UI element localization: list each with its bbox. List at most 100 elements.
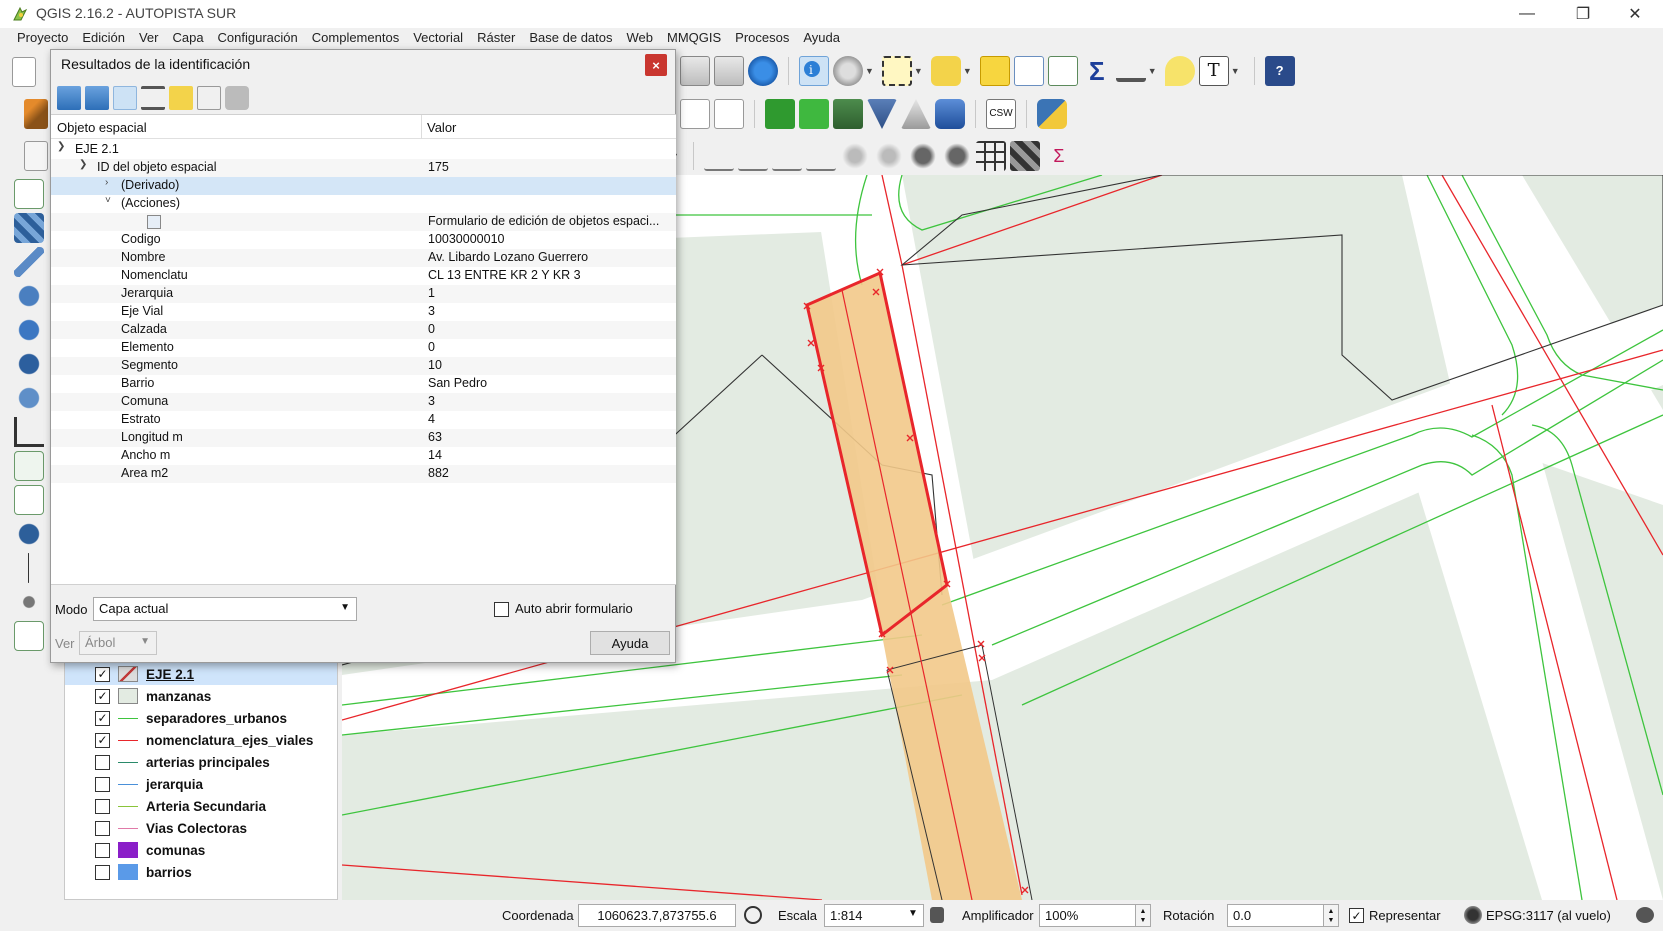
layer-checkbox[interactable] bbox=[95, 754, 110, 770]
layer-row-separadores-urbanos[interactable]: ✓ separadores_urbanos bbox=[65, 707, 337, 729]
menu-configuracion[interactable]: Configuración bbox=[211, 28, 305, 50]
scale-dropdown-icon[interactable]: ▼ bbox=[908, 908, 918, 919]
tree-row-attribute[interactable]: Codigo 10030000010 bbox=[51, 231, 676, 249]
profile-tool-3-icon[interactable] bbox=[771, 141, 802, 171]
layer-row-manzanas[interactable]: ✓ manzanas bbox=[65, 685, 337, 707]
add-postgis-layer-icon[interactable] bbox=[14, 247, 44, 277]
lock-icon[interactable] bbox=[930, 907, 944, 923]
identify-results-dialog[interactable]: Resultados de la identificación × Objeto… bbox=[50, 49, 676, 663]
menu-proyecto[interactable]: Proyecto bbox=[10, 28, 75, 50]
tree-row-attribute[interactable]: Area m2 882 bbox=[51, 465, 676, 483]
new-project-icon[interactable] bbox=[12, 57, 36, 87]
tree-row-attribute[interactable]: Comuna 3 bbox=[51, 393, 676, 411]
magnifier-spinner[interactable]: ▲ ▼ bbox=[1135, 904, 1151, 927]
raster-calc-icon[interactable] bbox=[1009, 141, 1040, 171]
capture-point-icon[interactable] bbox=[28, 553, 29, 583]
grid-icon[interactable] bbox=[975, 141, 1006, 171]
profile-tool-4-icon[interactable] bbox=[805, 141, 836, 171]
identify-tree[interactable]: Objeto espacial Valor ❯ EJE 2.1 ❯ ID del… bbox=[51, 114, 676, 585]
layer-row-comunas[interactable]: comunas bbox=[65, 839, 337, 861]
minimize-button[interactable]: — bbox=[1501, 0, 1553, 28]
render-checkbox[interactable]: ✓ bbox=[1349, 908, 1364, 923]
tree-row-attribute[interactable]: Longitud m 63 bbox=[51, 429, 676, 447]
text-annotation-icon[interactable]: T bbox=[1198, 56, 1229, 86]
tree-row-attribute[interactable]: Segmento 10 bbox=[51, 357, 676, 375]
field-calculator-icon[interactable] bbox=[1047, 56, 1078, 86]
menu-ayuda[interactable]: Ayuda bbox=[796, 28, 847, 50]
tree-row-attribute[interactable]: Nomenclatu CL 13 ENTRE KR 2 Y KR 3 bbox=[51, 267, 676, 285]
crs-globe-icon[interactable] bbox=[1464, 906, 1482, 924]
layer-checkbox[interactable] bbox=[95, 776, 110, 792]
deselect-all-icon[interactable] bbox=[979, 56, 1010, 86]
tree-row-attribute[interactable]: Nombre Av. Libardo Lozano Guerrero bbox=[51, 249, 676, 267]
add-spatialite-layer-icon[interactable] bbox=[14, 281, 44, 311]
tree-row-attribute[interactable]: Eje Vial 3 bbox=[51, 303, 676, 321]
add-raster-layer-icon[interactable] bbox=[14, 213, 44, 243]
tree-row-attribute[interactable]: Calzada 0 bbox=[51, 321, 676, 339]
tree-row-attribute[interactable]: Ancho m 14 bbox=[51, 447, 676, 465]
messages-icon[interactable] bbox=[1636, 907, 1654, 923]
add-mssql-layer-icon[interactable] bbox=[14, 519, 44, 549]
window-close-button[interactable]: ✕ bbox=[1609, 0, 1661, 28]
refresh-icon[interactable] bbox=[748, 56, 778, 86]
view-select[interactable]: Árbol ▼ bbox=[79, 631, 157, 655]
form-action-icon[interactable] bbox=[147, 215, 161, 229]
globe-tool-icon[interactable] bbox=[907, 141, 938, 171]
select-by-expression-icon[interactable] bbox=[930, 56, 961, 86]
tree-row-attribute[interactable]: Elemento 0 bbox=[51, 339, 676, 357]
restore-button[interactable]: ❐ bbox=[1557, 0, 1609, 28]
expand-tree-icon[interactable] bbox=[57, 86, 81, 110]
expand-chevron-icon[interactable]: ˅ bbox=[105, 195, 111, 206]
expand-new-results-icon[interactable] bbox=[113, 86, 137, 110]
copy-feature-icon[interactable] bbox=[197, 86, 221, 110]
upload-icon[interactable] bbox=[901, 99, 931, 129]
zonal-stats-icon[interactable]: Σ bbox=[1044, 141, 1074, 171]
layer-checkbox[interactable]: ✓ bbox=[95, 666, 110, 682]
raster-plugin-icon[interactable] bbox=[833, 99, 863, 129]
select-features-icon[interactable] bbox=[881, 56, 912, 86]
help-button[interactable]: Ayuda bbox=[590, 631, 670, 655]
identify-features-icon[interactable]: i bbox=[799, 56, 829, 86]
tree-row-derived[interactable]: › (Derivado) bbox=[51, 177, 676, 195]
menu-procesos[interactable]: Procesos bbox=[728, 28, 796, 50]
csw-icon[interactable]: CSW bbox=[986, 99, 1016, 129]
measure-dropdown-icon[interactable]: ▼ bbox=[1148, 66, 1157, 76]
mouse-coordinates-icon[interactable] bbox=[744, 906, 762, 924]
highlight-features-icon[interactable] bbox=[169, 86, 193, 110]
attribute-table-icon[interactable] bbox=[1013, 56, 1044, 86]
rotation-field[interactable]: 0.0 bbox=[1227, 904, 1329, 927]
light-tool-icon[interactable] bbox=[839, 141, 870, 171]
map-tips-icon[interactable] bbox=[833, 56, 863, 86]
layer-checkbox[interactable]: ✓ bbox=[95, 710, 110, 726]
tree-row-attribute[interactable]: Jerarquia 1 bbox=[51, 285, 676, 303]
coordinate-field[interactable]: 1060623.7,873755.6 bbox=[578, 904, 736, 927]
layer-checkbox[interactable] bbox=[95, 864, 110, 880]
menu-raster[interactable]: Ráster bbox=[470, 28, 522, 50]
tree-row-actions[interactable]: ˅ (Acciones) bbox=[51, 195, 676, 213]
measure-line-icon[interactable] bbox=[1115, 66, 1146, 82]
auto-open-form-checkbox[interactable] bbox=[494, 602, 509, 617]
pan-to-selection-icon[interactable] bbox=[680, 56, 710, 86]
menu-capa[interactable]: Capa bbox=[165, 28, 210, 50]
clear-results-icon[interactable] bbox=[141, 86, 165, 110]
layer-row-barrios[interactable]: barrios bbox=[65, 861, 337, 883]
annotation-dropdown-icon[interactable]: ▼ bbox=[1231, 66, 1240, 76]
layer-row-eje-2-1[interactable]: ✓ EJE 2.1 bbox=[65, 663, 337, 685]
layer-checkbox[interactable]: ✓ bbox=[95, 688, 110, 704]
python-console-icon[interactable] bbox=[1037, 99, 1067, 129]
collapse-tree-icon[interactable] bbox=[85, 86, 109, 110]
rotation-spinner[interactable]: ▲ ▼ bbox=[1323, 904, 1339, 927]
map-tips-dropdown-icon[interactable]: ▼ bbox=[865, 66, 874, 76]
select-dropdown-icon[interactable]: ▼ bbox=[914, 66, 923, 76]
gps-icon[interactable] bbox=[14, 587, 44, 617]
expression-dropdown-icon[interactable]: ▼ bbox=[963, 66, 972, 76]
tree-row-action-form[interactable]: Formulario de edición de objetos espaci.… bbox=[51, 213, 676, 231]
tree-row-attribute[interactable]: Barrio San Pedro bbox=[51, 375, 676, 393]
menu-web[interactable]: Web bbox=[620, 28, 661, 50]
label-pin-icon[interactable] bbox=[680, 99, 710, 129]
layer-row-jerarquia[interactable]: jerarquia bbox=[65, 773, 337, 795]
add-virtual-layer-icon[interactable] bbox=[14, 451, 44, 481]
add-vector-layer-icon[interactable] bbox=[14, 179, 44, 209]
magnifier-field[interactable]: 100% bbox=[1039, 904, 1141, 927]
add-delimited-layer-icon[interactable] bbox=[14, 417, 44, 447]
